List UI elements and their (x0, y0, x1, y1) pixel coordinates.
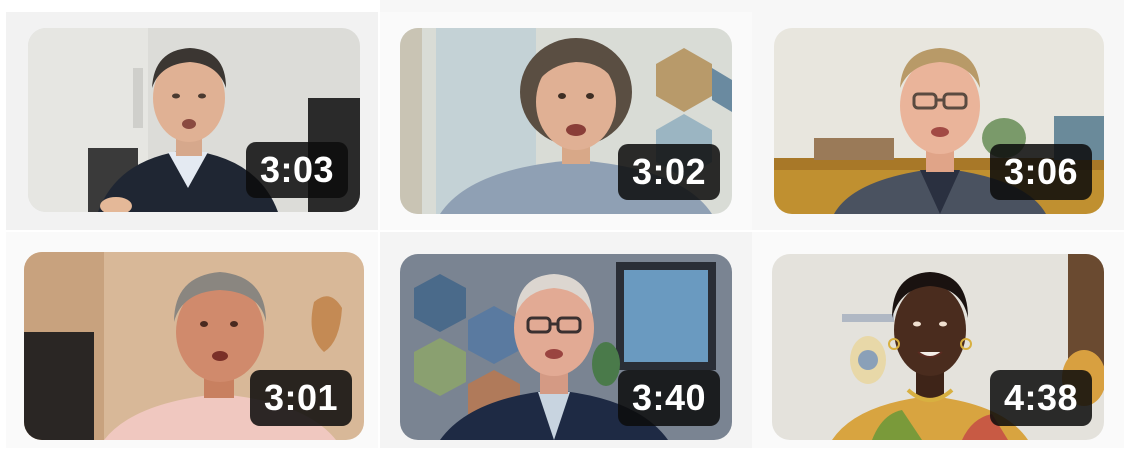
video-thumbnail-1[interactable]: 3:03 (28, 28, 360, 212)
video-duration-badge: 4:38 (989, 370, 1092, 426)
video-duration-badge: 3:40 (617, 370, 720, 426)
video-duration-badge: 3:01 (249, 370, 352, 426)
video-thumbnail-4[interactable]: 3:01 (24, 252, 364, 440)
video-thumbnail-2[interactable]: 3:02 (400, 28, 732, 214)
video-duration-badge: 3:06 (989, 144, 1092, 200)
card-background (380, 0, 752, 12)
video-grid: 3:03 3:02 3:06 3:01 3:40 4:38 (0, 0, 1124, 452)
video-duration-badge: 3:03 (245, 142, 348, 198)
video-thumbnail-5[interactable]: 3:40 (400, 254, 732, 440)
video-thumbnail-6[interactable]: 4:38 (772, 254, 1104, 440)
video-duration-badge: 3:02 (617, 144, 720, 200)
video-thumbnail-3[interactable]: 3:06 (774, 28, 1104, 214)
